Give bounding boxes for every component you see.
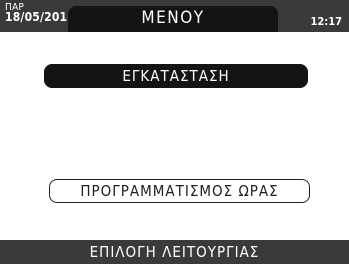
date-label: 18/05/2013 <box>5 10 75 24</box>
status-bar: ΠΑΡ 18/05/2013 ΜΕΝΟΥ 12:17 <box>0 0 349 32</box>
screen-title: ΜΕΝΟΥ <box>68 6 278 32</box>
bottom-bar-function-select[interactable]: ΕΠΙΛΟΓΗ ΛΕΙΤΟΥΡΓΙΑΣ <box>0 240 349 264</box>
device-screen: ΠΑΡ 18/05/2013 ΜΕΝΟΥ 12:17 ΕΓΚΑΤΑΣΤΑΣΗ Π… <box>0 0 349 264</box>
clock-label: 12:17 <box>310 15 342 28</box>
menu-item-time-programming[interactable]: ΠΡΟΓΡΑΜΜΑΤΙΣΜΟΣ ΩΡΑΣ <box>49 179 310 203</box>
menu-item-installation[interactable]: ΕΓΚΑΤΑΣΤΑΣΗ <box>44 64 308 88</box>
